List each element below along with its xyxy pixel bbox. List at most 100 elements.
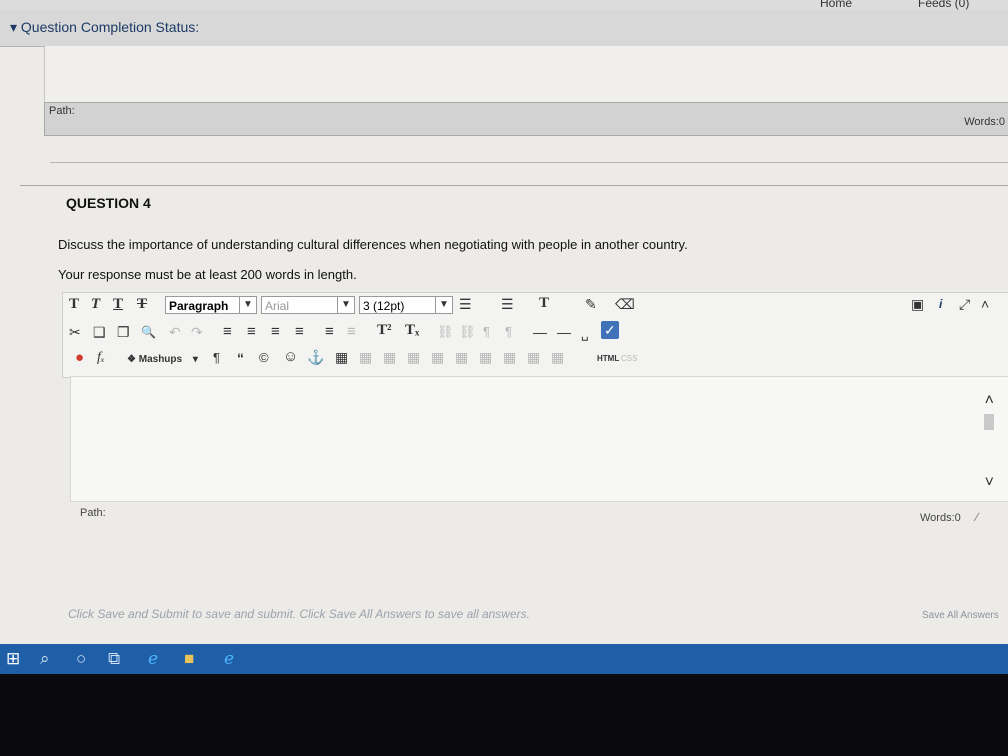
mashups-label: Mashups: [138, 354, 183, 365]
status-label: Question Completion Status:: [20, 19, 200, 35]
previous-editor-word-count: Words:0: [964, 116, 1005, 128]
table-row-icon[interactable]: ▦: [383, 348, 396, 366]
resize-handle-icon[interactable]: ∕: [976, 510, 978, 524]
screen: Home Feeds (0) ▾ Question Completion Sta…: [0, 0, 1008, 674]
table-cell-icon[interactable]: ▦: [455, 348, 468, 366]
font-family-select[interactable]: Arial ▼: [261, 296, 355, 314]
spellcheck-icon[interactable]: ✓: [601, 321, 619, 339]
save-all-answers-button[interactable]: Save All Answers: [922, 610, 999, 621]
cortana-icon[interactable]: ○: [76, 649, 86, 669]
align-right-icon[interactable]: ≡: [271, 323, 280, 341]
find-icon[interactable]: 🔍: [141, 323, 156, 341]
undo-icon[interactable]: ↶: [169, 323, 181, 341]
previous-editor-status-bar: Path: Words:0: [44, 102, 1008, 136]
question-word-requirement: Your response must be at least 200 words…: [58, 267, 357, 282]
rtl-icon[interactable]: ¶: [505, 323, 512, 341]
submit-instructions: Click Save and Submit to save and submit…: [68, 607, 530, 621]
chevron-down-icon: ▼: [337, 297, 354, 313]
table-column-icon[interactable]: ▦: [407, 348, 420, 366]
table-cell-icon[interactable]: ▦: [479, 348, 492, 366]
font-size-select-value: 3 (12pt): [363, 299, 405, 313]
search-icon[interactable]: ⌕: [40, 649, 50, 669]
copyright-icon[interactable]: ©: [259, 349, 269, 367]
question-text: Discuss the importance of understanding …: [58, 237, 688, 252]
html-button[interactable]: HTML: [597, 350, 619, 368]
fullscreen-icon[interactable]: ⤢: [959, 295, 970, 313]
blockquote-icon[interactable]: “: [237, 349, 244, 367]
pen-icon[interactable]: ✎: [585, 295, 597, 313]
home-link[interactable]: Home: [820, 0, 852, 10]
collapse-icon: ▾: [10, 19, 18, 35]
internet-explorer-icon[interactable]: e: [224, 649, 234, 669]
chevron-down-icon: ▾: [192, 354, 198, 365]
scroll-up-icon[interactable]: ˄: [985, 392, 994, 410]
link-icon[interactable]: ⛓: [437, 323, 454, 341]
preview-icon[interactable]: ▣: [911, 295, 924, 313]
paste-icon[interactable]: ❐: [117, 323, 130, 341]
table-delete-icon[interactable]: ▦: [551, 348, 564, 366]
windows-taskbar: ⊞ ⌕ ○ ⧉ e ■ e: [0, 644, 1008, 674]
editor-toolbar: T T T T Paragraph ▼ Arial ▼ 3 (12pt) ▼ ☰…: [62, 292, 1008, 378]
chevron-down-icon: ▼: [435, 297, 452, 313]
format-select-value: Paragraph: [169, 299, 229, 313]
horizontal-line-2-icon[interactable]: —: [557, 323, 571, 341]
windows-start-icon[interactable]: ⊞: [6, 649, 20, 669]
editor-path: Path:: [80, 507, 106, 519]
cut-icon[interactable]: ✂: [69, 323, 81, 341]
divider: [50, 162, 1008, 163]
divider: [20, 185, 1008, 186]
superscript-button[interactable]: T²: [377, 321, 392, 339]
table-row-icon[interactable]: ▦: [359, 348, 372, 366]
scrollbar-thumb[interactable]: [984, 414, 994, 430]
redo-icon[interactable]: ↷: [191, 323, 203, 341]
previous-answer-editor[interactable]: [44, 46, 1008, 102]
formula-icon[interactable]: fₓ: [97, 349, 105, 367]
unlink-icon[interactable]: ⛓: [459, 323, 476, 341]
question-completion-status[interactable]: ▾ Question Completion Status:: [10, 19, 199, 36]
nonbreaking-space-icon[interactable]: ␣: [581, 325, 589, 343]
previous-editor-path: Path:: [49, 105, 75, 117]
numbered-list-icon[interactable]: ☰: [501, 295, 514, 313]
table-icon[interactable]: ▦: [335, 348, 348, 366]
eraser-icon[interactable]: ⌫: [615, 295, 635, 313]
format-select[interactable]: Paragraph ▼: [165, 296, 257, 314]
copy-icon[interactable]: ❑: [93, 323, 106, 341]
scroll-down-icon[interactable]: ˅: [985, 474, 994, 492]
ltr-icon[interactable]: ¶: [483, 323, 490, 341]
italic-button[interactable]: T: [91, 295, 100, 313]
css-button[interactable]: CSS: [621, 350, 637, 368]
justify-icon[interactable]: ≡: [295, 323, 304, 341]
bold-button[interactable]: T: [69, 295, 79, 313]
indent-icon[interactable]: ≡: [325, 323, 334, 341]
mashups-menu[interactable]: ❖ Mashups ▾: [127, 351, 198, 369]
align-center-icon[interactable]: ≡: [247, 323, 256, 341]
subscript-button[interactable]: Tₓ: [405, 321, 419, 339]
info-icon[interactable]: i: [939, 295, 942, 313]
edge-browser-icon[interactable]: e: [148, 649, 158, 669]
answer-editor[interactable]: [70, 376, 1008, 502]
strikethrough-button[interactable]: T: [137, 295, 147, 313]
paragraph-icon[interactable]: ¶: [213, 349, 220, 367]
feeds-link[interactable]: Feeds (0): [918, 0, 969, 10]
file-explorer-icon[interactable]: ■: [184, 649, 194, 669]
font-color-button[interactable]: T: [539, 294, 549, 312]
task-view-icon[interactable]: ⧉: [108, 649, 120, 669]
anchor-icon[interactable]: ⚓: [307, 348, 324, 366]
question-completion-status-bar[interactable]: ▾ Question Completion Status:: [0, 10, 1008, 47]
horizontal-line-icon[interactable]: —: [533, 323, 547, 341]
align-left-icon[interactable]: ≡: [223, 323, 232, 341]
outdent-icon[interactable]: ≡: [347, 323, 356, 341]
underline-button[interactable]: T: [113, 295, 123, 313]
table-merge-icon[interactable]: ▦: [503, 348, 516, 366]
emoji-icon[interactable]: ☺: [283, 348, 298, 366]
table-column-icon[interactable]: ▦: [431, 348, 444, 366]
chevron-down-icon: ▼: [239, 297, 256, 313]
font-family-select-value: Arial: [265, 299, 290, 313]
bullet-list-icon[interactable]: ☰: [459, 295, 472, 313]
collapse-toolbar-icon[interactable]: ˄: [981, 295, 989, 313]
record-icon[interactable]: ●: [75, 349, 84, 367]
font-size-select[interactable]: 3 (12pt) ▼: [359, 296, 453, 314]
table-split-icon[interactable]: ▦: [527, 348, 540, 366]
question-title: QUESTION 4: [66, 195, 151, 211]
editor-word-count: Words:0: [920, 512, 961, 524]
